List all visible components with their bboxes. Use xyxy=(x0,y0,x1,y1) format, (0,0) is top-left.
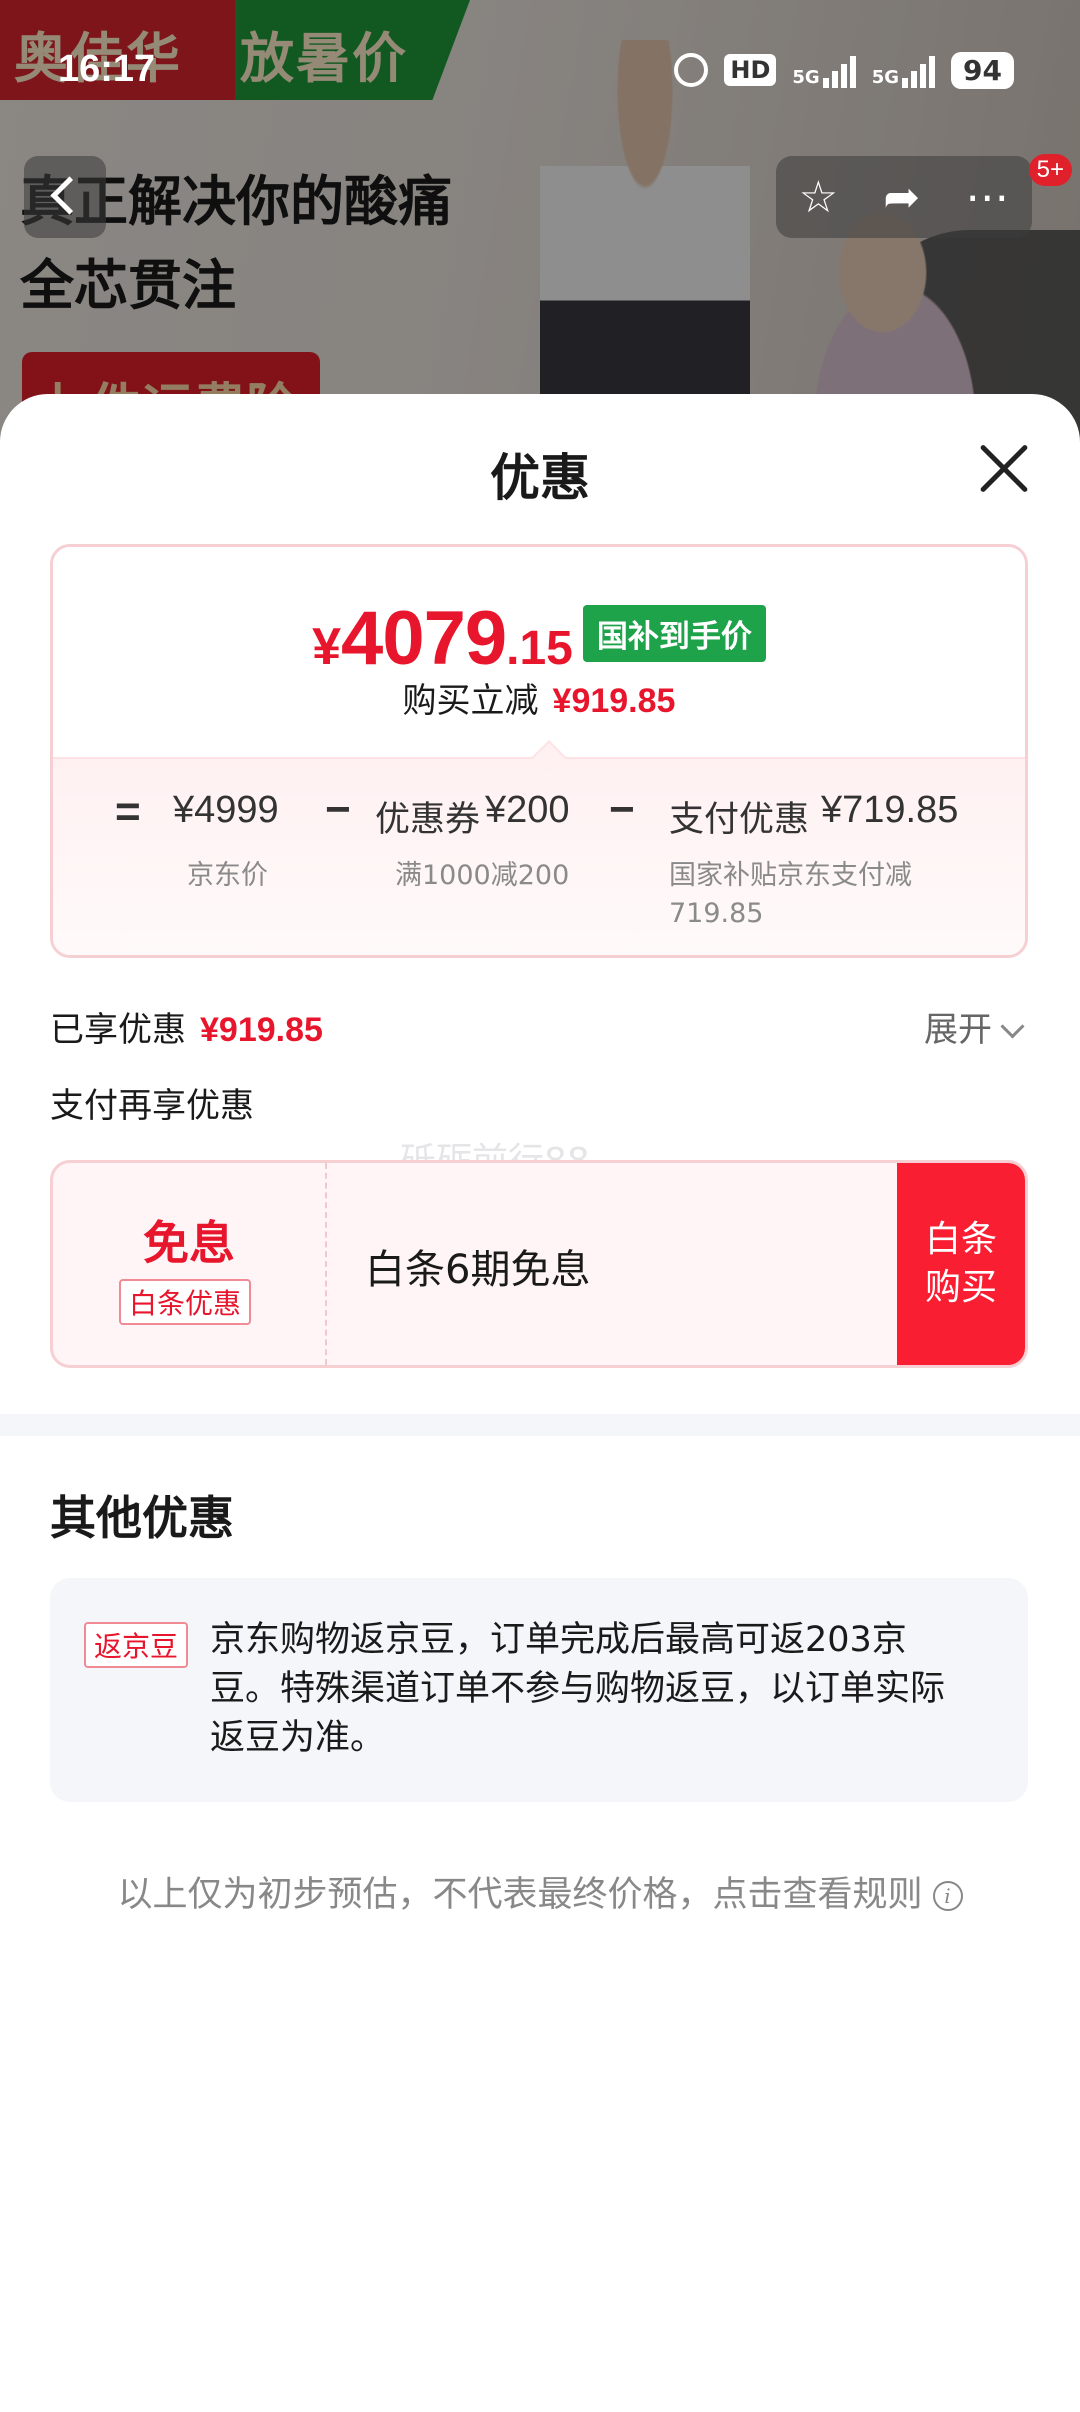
discount-sheet: 优惠 ¥4079.15 国补到手价 购买立减 ¥919.85 = ¥4999 京东价… xyxy=(0,394,1080,2412)
final-price: ¥4079.15 xyxy=(312,596,573,681)
enjoyed-discount: 已享优惠 ¥919.85 xyxy=(50,1010,323,1050)
jd-price-label: 京东价 xyxy=(187,860,268,891)
back-button[interactable] xyxy=(24,156,106,238)
coupon-value: ¥200 xyxy=(485,789,570,831)
expand-button[interactable]: 展开 xyxy=(924,1002,1025,1051)
payment-discount-desc: 国家补贴京东支付减 719.85 xyxy=(669,860,912,929)
info-icon[interactable]: i xyxy=(932,1881,963,1911)
payment-discount-value: ¥719.85 xyxy=(821,789,959,831)
subsidy-price-badge: 国补到手价 xyxy=(582,605,766,662)
message-badge: 5+ xyxy=(1028,154,1072,186)
other-discounts-title: 其他优惠 xyxy=(50,1491,234,1545)
pay-more-discount-label: 支付再享优惠 xyxy=(50,1086,254,1126)
close-icon[interactable] xyxy=(978,444,1028,494)
baitiao-interest-free-option[interactable]: 免息 白条优惠 白条6期免息 白条 购买 xyxy=(50,1160,1028,1368)
signal-icon: 5G xyxy=(792,52,856,88)
equals-sign: = xyxy=(115,787,141,836)
chevron-down-icon xyxy=(1000,1014,1025,1039)
minus-sign: − xyxy=(325,785,351,834)
price-breakdown: = ¥4999 京东价 − 优惠券 ¥200 满1000减200 − 支付优惠 … xyxy=(53,757,1025,955)
status-time: 16:17 xyxy=(58,48,156,90)
coupon-rule: 满1000减200 xyxy=(395,860,570,891)
payment-discount-label: 支付优惠 xyxy=(669,800,810,840)
section-divider xyxy=(0,1414,1080,1436)
interest-free-title: 免息 xyxy=(143,1216,235,1270)
jd-price-value: ¥4999 xyxy=(173,789,279,831)
signal-icon: 5G xyxy=(872,52,936,88)
star-icon[interactable]: ☆ xyxy=(799,172,838,223)
price-summary-card: ¥4079.15 国补到手价 购买立减 ¥919.85 = ¥4999 京东价 − … xyxy=(50,544,1028,958)
jingdou-tag: 返京豆 xyxy=(84,1622,189,1668)
purchase-reduction: 购买立减 ¥919.85 xyxy=(402,681,676,721)
status-icons: HD 5G 5G 94 xyxy=(674,44,1014,96)
alarm-icon xyxy=(674,53,709,87)
more-icon[interactable]: ⋯ xyxy=(965,172,1009,223)
battery-icon: 94 xyxy=(951,51,1014,89)
baitiao-buy-button[interactable]: 白条 购买 xyxy=(897,1163,1025,1365)
baitiao-installment-desc: 白条6期免息 xyxy=(365,1247,591,1293)
coupon-label: 优惠券 xyxy=(375,800,481,840)
share-icon[interactable]: ➦ xyxy=(883,172,920,223)
sheet-title: 优惠 xyxy=(490,449,590,507)
jingdou-rebate-text: 京东购物返京豆，订单完成后最高可返203京豆。特殊渠道订单不参与购物返豆，以订单… xyxy=(210,1620,946,1758)
top-nav-actions: ☆ ➦ ⋯ xyxy=(776,156,1032,238)
final-price-row: ¥4079.15 国补到手价 xyxy=(53,595,1025,682)
minus-sign: − xyxy=(609,785,635,834)
hd-icon: HD xyxy=(724,54,777,86)
baitiao-discount-tag: 白条优惠 xyxy=(119,1279,252,1325)
status-bar: 16:17 HD 5G 5G 94 xyxy=(0,0,1080,140)
rules-footnote[interactable]: 以上仅为初步预估，不代表最终价格，点击查看规则 i xyxy=(0,1866,1080,1917)
jingdou-rebate-card: 返京豆 京东购物返京豆，订单完成后最高可返203京豆。特殊渠道订单不参与购物返豆… xyxy=(50,1578,1028,1802)
